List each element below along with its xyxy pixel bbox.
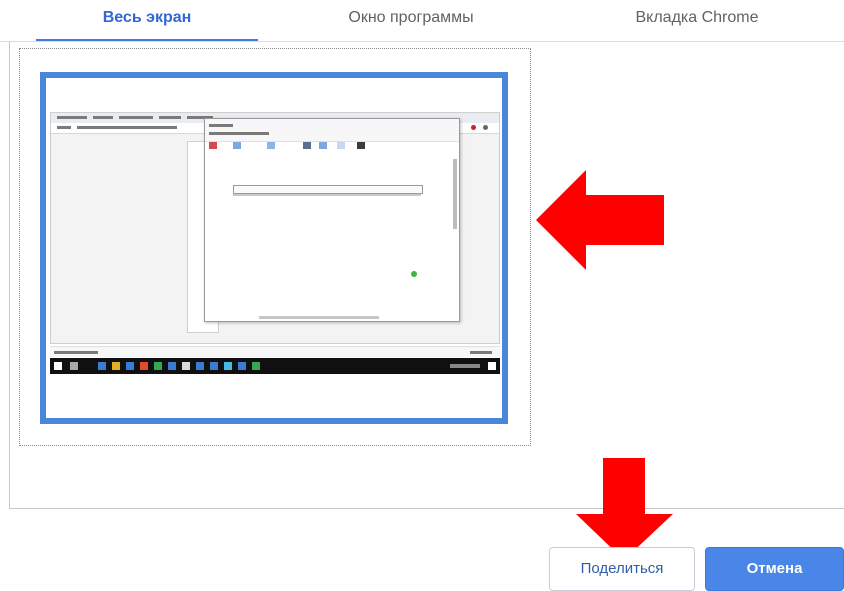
screen-source-tile[interactable] xyxy=(19,48,531,446)
source-type-tabs: Весь экран Окно программы Вкладка Chrome xyxy=(0,0,844,42)
share-button[interactable]: Поделиться xyxy=(549,547,695,591)
preview-app-window xyxy=(204,118,460,322)
source-list xyxy=(9,42,844,509)
tab-chrome-tab[interactable]: Вкладка Chrome xyxy=(586,0,808,40)
arrow-down-icon xyxy=(576,458,673,560)
tab-entire-screen[interactable]: Весь экран xyxy=(36,0,258,42)
tab-application-window[interactable]: Окно программы xyxy=(300,0,522,40)
cancel-button[interactable]: Отмена xyxy=(705,547,844,591)
preview-taskbar xyxy=(50,358,500,374)
screen-preview-image xyxy=(46,78,502,418)
arrow-left-icon xyxy=(536,170,664,270)
screen-thumbnail[interactable] xyxy=(40,72,508,424)
